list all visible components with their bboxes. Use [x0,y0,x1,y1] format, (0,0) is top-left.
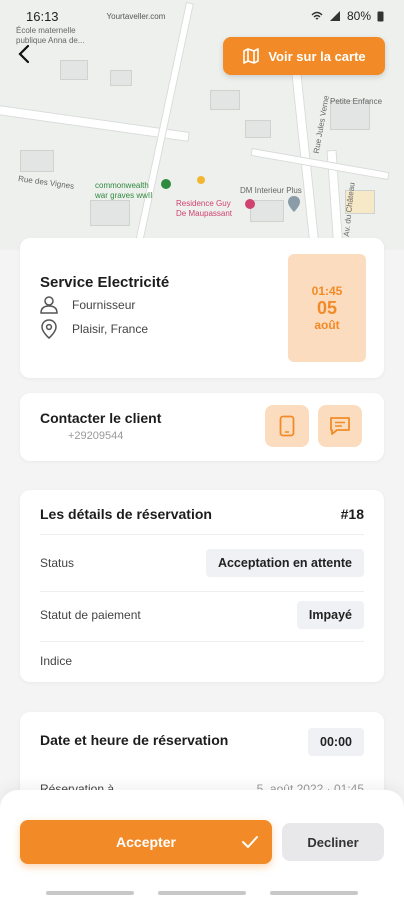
contact-phone: +29209544 [68,430,124,442]
map-label: Rue des Vignes [17,174,75,191]
battery-icon [377,11,384,22]
phone-icon [279,415,295,437]
hint-label: Indice [40,654,73,668]
location-pin-icon [41,319,57,339]
booking-month: août [314,318,340,332]
map-building [90,200,130,226]
booking-day: 05 [316,298,338,318]
map-label: Petite Enfance [330,97,383,106]
contact-title: Contacter le client [40,410,162,426]
map-building [20,150,54,172]
user-icon [40,296,58,314]
accept-label: Accepter [116,834,176,850]
booking-details-card: Les détails de réservation #18 Status Ac… [20,490,384,682]
details-title: Les détails de réservation [40,506,212,522]
call-button[interactable] [265,405,309,447]
service-role: Fournisseur [72,298,136,312]
nav-gesture-bar [270,891,358,895]
status-mini-text: Yourtaveller.com [106,11,166,21]
service-card: Service Electricité Fournisseur Plaisir,… [20,238,384,378]
location-dot-icon [197,176,205,184]
divider [40,641,364,642]
service-location: Plaisir, France [72,322,149,336]
datetime-time-badge: 00:00 [308,728,364,756]
check-icon [242,836,258,848]
divider [40,591,364,592]
datetime-title: Date et heure de réservation [40,732,229,748]
map-label: Rue Jules Verne [311,94,331,155]
payment-status-badge: Impayé [296,601,364,629]
booking-time: 01:45 [311,284,343,298]
decline-button[interactable]: Decliner [282,823,384,861]
chat-icon [330,417,350,435]
status-label: Status [40,556,75,570]
booking-date-badge: 01:45 05 août [288,254,366,362]
map-pin-icon [245,199,255,209]
status-badge: Acceptation en attente [205,549,364,577]
status-icons: 80% [311,9,384,23]
booking-number: #18 [340,506,364,522]
back-arrow-icon [18,44,30,64]
wifi-icon [311,11,323,20]
signal-icon [329,11,340,21]
view-on-map-label: Voir sur la carte [268,48,366,64]
bottom-action-bar: Accepter Decliner [0,790,404,900]
map-building [110,70,132,86]
map-label: De Maupassant [176,209,233,218]
map-building [210,90,240,110]
status-time: 16:13 [26,8,59,24]
map-label: Residence Guy [176,199,231,208]
map-building [60,60,88,80]
map-building [245,120,271,138]
back-button[interactable] [12,42,36,66]
map-label: DM Interieur Plus [240,186,302,195]
map-label: commonwealth [95,181,149,190]
map-pin-icon [288,196,300,212]
nav-gesture-bar [158,891,246,895]
payment-status-label: Statut de paiement [40,608,141,622]
divider [40,534,364,535]
battery-level: 80% [346,9,371,23]
contact-card: Contacter le client +29209544 [20,393,384,461]
map-icon [243,48,260,64]
view-on-map-button[interactable]: Voir sur la carte [223,37,385,75]
status-bar: 16:13 Yourtaveller.com 80% [26,6,384,26]
accept-button[interactable]: Accepter [20,820,272,864]
decline-label: Decliner [307,834,359,850]
map-pin-icon [161,179,171,189]
nav-gesture-bar [46,891,134,895]
service-title: Service Electricité [40,274,170,291]
message-button[interactable] [318,405,362,447]
map-label: war graves wwII [95,191,153,200]
map-label: École maternelle [16,26,76,35]
service-role-row: Fournisseur [40,296,135,314]
service-location-row: Plaisir, France [40,319,148,339]
